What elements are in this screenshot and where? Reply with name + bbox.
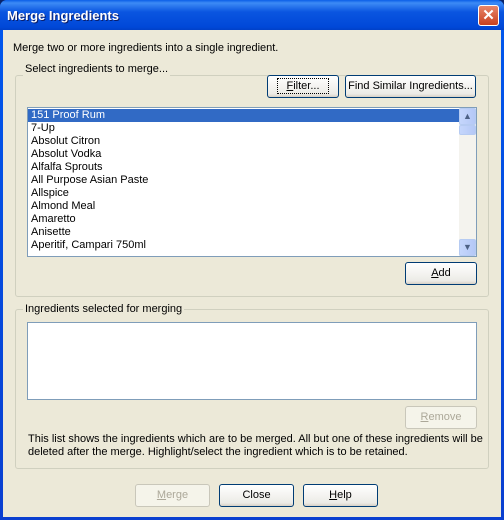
close-icon[interactable]: ✕ (478, 5, 499, 26)
merge-description: This list shows the ingredients which ar… (28, 433, 483, 459)
dialog-body: Merge two or more ingredients into a sin… (3, 30, 501, 517)
scroll-up-icon[interactable]: ▲ (459, 108, 476, 125)
list-item[interactable]: Absolut Citron (28, 135, 476, 148)
list-item[interactable]: Aperitif, Campari 750ml (28, 239, 476, 252)
merge-button[interactable]: Merge (135, 484, 210, 507)
filter-button[interactable]: Filter... (267, 75, 339, 98)
intro-text: Merge two or more ingredients into a sin… (13, 42, 279, 54)
find-similar-button[interactable]: Find Similar Ingredients... (345, 75, 476, 98)
add-button[interactable]: Add (405, 262, 477, 285)
title-bar[interactable]: Merge Ingredients ✕ (0, 0, 504, 30)
description-line: This list shows the ingredients which ar… (28, 433, 483, 445)
list-item[interactable]: All Purpose Asian Paste (28, 174, 476, 187)
dialog-window: Merge Ingredients ✕ Merge two or more in… (0, 0, 504, 520)
merge-group-label: Ingredients selected for merging (23, 303, 185, 316)
description-line: deleted after the merge. Highlight/selec… (28, 446, 408, 458)
list-item[interactable]: Amaretto (28, 213, 476, 226)
list-item[interactable]: Alfalfa Sprouts (28, 161, 476, 174)
ingredients-listbox[interactable]: 151 Proof Rum 7-Up Absolut Citron Absolut V… (27, 107, 477, 257)
scroll-thumb[interactable] (459, 125, 476, 135)
select-group-label: Select ingredients to merge... (23, 63, 171, 76)
listbox-scrollbar[interactable]: ▲ ▼ (459, 108, 476, 256)
close-button[interactable]: Close (219, 484, 294, 507)
list-item[interactable]: Anisette (28, 226, 476, 239)
list-item[interactable]: Almond Meal (28, 200, 476, 213)
remove-button[interactable]: Remove (405, 406, 477, 429)
merge-listbox[interactable] (27, 322, 477, 400)
list-item[interactable]: 151 Proof Rum (28, 109, 476, 122)
list-item[interactable]: 7-Up (28, 122, 476, 135)
window-title: Merge Ingredients (7, 8, 119, 23)
list-item[interactable]: Absolut Vodka (28, 148, 476, 161)
list-item[interactable]: Allspice (28, 187, 476, 200)
help-button[interactable]: Help (303, 484, 378, 507)
scroll-down-icon[interactable]: ▼ (459, 239, 476, 256)
